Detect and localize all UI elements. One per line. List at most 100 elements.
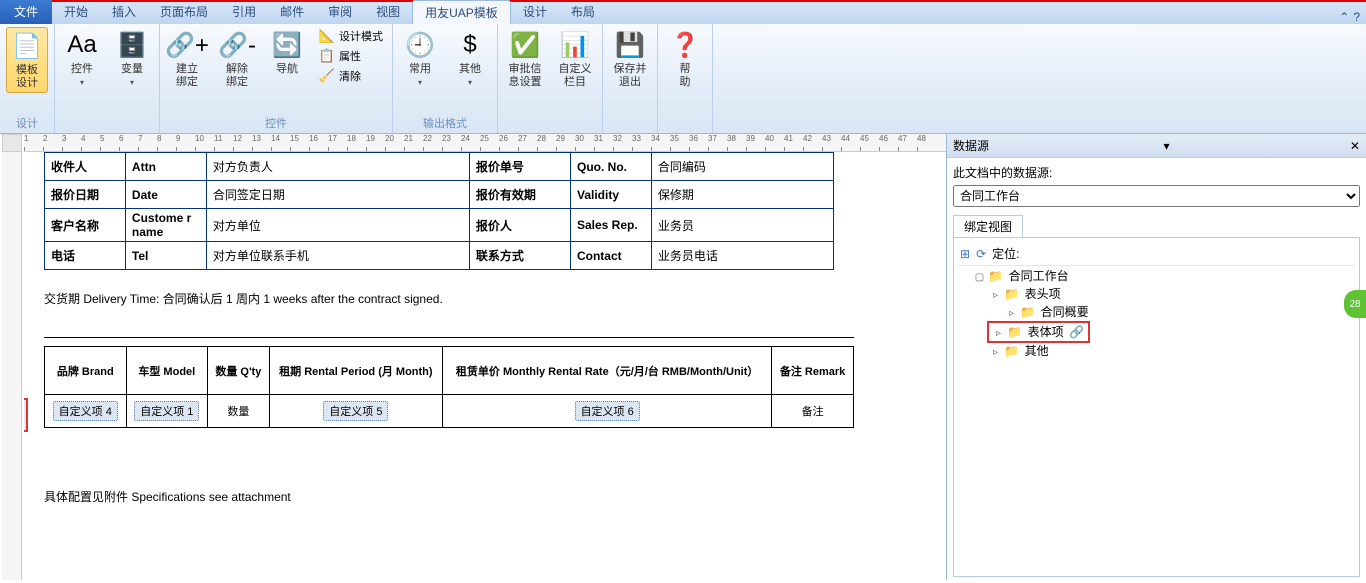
panel-dropdown-icon[interactable]: ▾ — [1163, 139, 1169, 153]
body-cell[interactable]: 备注 — [772, 395, 854, 428]
body-cell[interactable]: 数量 — [208, 395, 270, 428]
field-tag[interactable]: 自定义项 1 — [134, 401, 199, 421]
tab-9[interactable]: 布局 — [559, 0, 607, 24]
link-icon: 🔗 — [1069, 325, 1084, 339]
body-header: 租期 Rental Period (月 Month) — [269, 347, 443, 395]
tree-root[interactable]: 合同工作台 — [1007, 269, 1071, 283]
field-tag[interactable]: 自定义项 6 — [575, 401, 640, 421]
body-cell[interactable]: 自定义项 4 — [45, 395, 127, 428]
tree-node[interactable]: 其他 — [1023, 344, 1051, 358]
info-cell: 电话 — [45, 242, 126, 270]
info-cell: 报价日期 — [45, 181, 126, 209]
tab-6[interactable]: 视图 — [364, 0, 412, 24]
file-tab[interactable]: 文件 — [0, 0, 52, 24]
info-cell: Custome r name — [125, 209, 206, 242]
ribbon: 📄模板设计设计 Aa控件▾🗄️变量▾ 🔗+建立绑定🔗-解除绑定🔄导航 📐设计模式 📋属性… — [0, 24, 1366, 134]
tab-8[interactable]: 设计 — [511, 0, 559, 24]
info-cell: 保修期 — [651, 181, 833, 209]
tab-5[interactable]: 审阅 — [316, 0, 364, 24]
template-design-icon: 📄 — [11, 30, 43, 62]
body-header: 数量 Q'ty — [208, 347, 270, 395]
binding-view-tab[interactable]: 绑定视图 — [953, 215, 1023, 237]
template-design-button[interactable]: 📄模板设计 — [6, 27, 48, 93]
tab-2[interactable]: 页面布局 — [148, 0, 220, 24]
tree-node[interactable]: 表体项 — [1026, 325, 1066, 339]
footer-paragraph: 具体配置见附件 Specifications see attachment — [44, 488, 926, 505]
field-tag[interactable]: 自定义项 5 — [323, 401, 388, 421]
common-button[interactable]: 🕘常用▾ — [399, 27, 441, 91]
ribbon-minimize-icon[interactable]: ⌃ — [1339, 10, 1349, 24]
body-header: 品牌 Brand — [45, 347, 127, 395]
group-label — [61, 129, 153, 133]
clear-button[interactable]: 🧹清除 — [316, 67, 386, 85]
delivery-paragraph: 交货期 Delivery Time: 合同确认后 1 周内 1 weeks af… — [44, 290, 926, 307]
approve-info-icon: ✅ — [509, 29, 541, 61]
font-icon: Aa — [66, 29, 98, 61]
tree-node[interactable]: 合同概要 — [1039, 305, 1091, 319]
body-header: 车型 Model — [126, 347, 208, 395]
row-handle[interactable] — [24, 398, 28, 432]
datasource-tree: ▢ 📁 合同工作台▹ 📁 表头项▹ 📁 合同概要▹ 📁 表体项 🔗▹ 📁 其他 — [958, 266, 1355, 361]
save-exit-button[interactable]: 💾保存并退出 — [609, 27, 651, 91]
tab-4[interactable]: 邮件 — [268, 0, 316, 24]
side-badge[interactable]: 28 — [1344, 290, 1366, 318]
nav-button[interactable]: 🔄导航 — [266, 27, 308, 78]
custom-column-button[interactable]: 📊自定义栏目 — [554, 27, 596, 91]
panel-close-icon[interactable]: ✕ — [1350, 139, 1360, 153]
create-bind-icon: 🔗+ — [171, 29, 203, 61]
other-icon: $ — [454, 29, 486, 61]
group-label — [664, 129, 706, 133]
panel-subtitle: 此文档中的数据源: — [953, 164, 1360, 181]
tab-3[interactable]: 引用 — [220, 0, 268, 24]
datasource-select[interactable]: 合同工作台 — [953, 185, 1360, 207]
body-cell[interactable]: 自定义项 1 — [126, 395, 208, 428]
nav-icon: 🔄 — [271, 29, 303, 61]
tab-7[interactable]: 用友UAP模板 — [412, 0, 511, 24]
info-cell: Validity — [570, 181, 651, 209]
body-header: 租赁单价 Monthly Rental Rate（元/月/台 RMB/Month… — [443, 347, 772, 395]
group-label: 输出格式 — [399, 113, 491, 133]
ruler-corner — [2, 134, 22, 152]
separator-line — [44, 337, 854, 338]
group-label: 设计 — [6, 113, 48, 133]
remove-bind-icon: 🔗- — [221, 29, 253, 61]
create-bind-button[interactable]: 🔗+建立绑定 — [166, 27, 208, 91]
info-cell: Tel — [125, 242, 206, 270]
properties-icon: 📋 — [319, 48, 335, 64]
tree-node[interactable]: 表头项 — [1023, 287, 1063, 301]
clear-icon: 🧹 — [319, 68, 335, 84]
menu-tabs: 文件 开始插入页面布局引用邮件审阅视图用友UAP模板设计布局 ⌃ ? — [0, 0, 1366, 24]
tab-1[interactable]: 插入 — [100, 0, 148, 24]
info-cell: 客户名称 — [45, 209, 126, 242]
field-tag[interactable]: 自定义项 4 — [53, 401, 118, 421]
tab-0[interactable]: 开始 — [52, 0, 100, 24]
other-button[interactable]: $其他▾ — [449, 27, 491, 91]
data-source-panel: 数据源 ▾ ✕ 此文档中的数据源: 合同工作台 绑定视图 ⊞ ⟳ 定位: ▢ 📁… — [946, 134, 1366, 580]
tree-refresh-icon[interactable]: ⟳ — [976, 247, 986, 261]
info-cell: 业务员 — [651, 209, 833, 242]
locate-label: 定位: — [992, 245, 1019, 262]
remove-bind-button[interactable]: 🔗-解除绑定 — [216, 27, 258, 91]
help-button[interactable]: ❓帮助 — [664, 27, 706, 91]
info-cell: Date — [125, 181, 206, 209]
design-mode-icon: 📐 — [319, 28, 335, 44]
save-exit-icon: 💾 — [614, 29, 646, 61]
body-cell[interactable]: 自定义项 5 — [269, 395, 443, 428]
font-button[interactable]: Aa控件▾ — [61, 27, 103, 91]
info-cell: 对方单位联系手机 — [206, 242, 469, 270]
group-label — [609, 129, 651, 133]
body-header: 备注 Remark — [772, 347, 854, 395]
info-table: 收件人Attn对方负责人报价单号Quo. No.合同编码报价日期Date合同签定… — [44, 152, 834, 270]
tree-expand-icon[interactable]: ⊞ — [960, 247, 970, 261]
variable-icon: 🗄️ — [116, 29, 148, 61]
help-icon[interactable]: ? — [1353, 10, 1360, 24]
info-cell: 业务员电话 — [651, 242, 833, 270]
properties-button[interactable]: 📋属性 — [316, 47, 386, 65]
info-cell: Contact — [570, 242, 651, 270]
design-mode-button[interactable]: 📐设计模式 — [316, 27, 386, 45]
variable-button[interactable]: 🗄️变量▾ — [111, 27, 153, 91]
group-label: 控件 — [166, 113, 386, 133]
approve-info-button[interactable]: ✅审批信息设置 — [504, 27, 546, 91]
body-cell[interactable]: 自定义项 6 — [443, 395, 772, 428]
vertical-ruler — [2, 152, 22, 580]
